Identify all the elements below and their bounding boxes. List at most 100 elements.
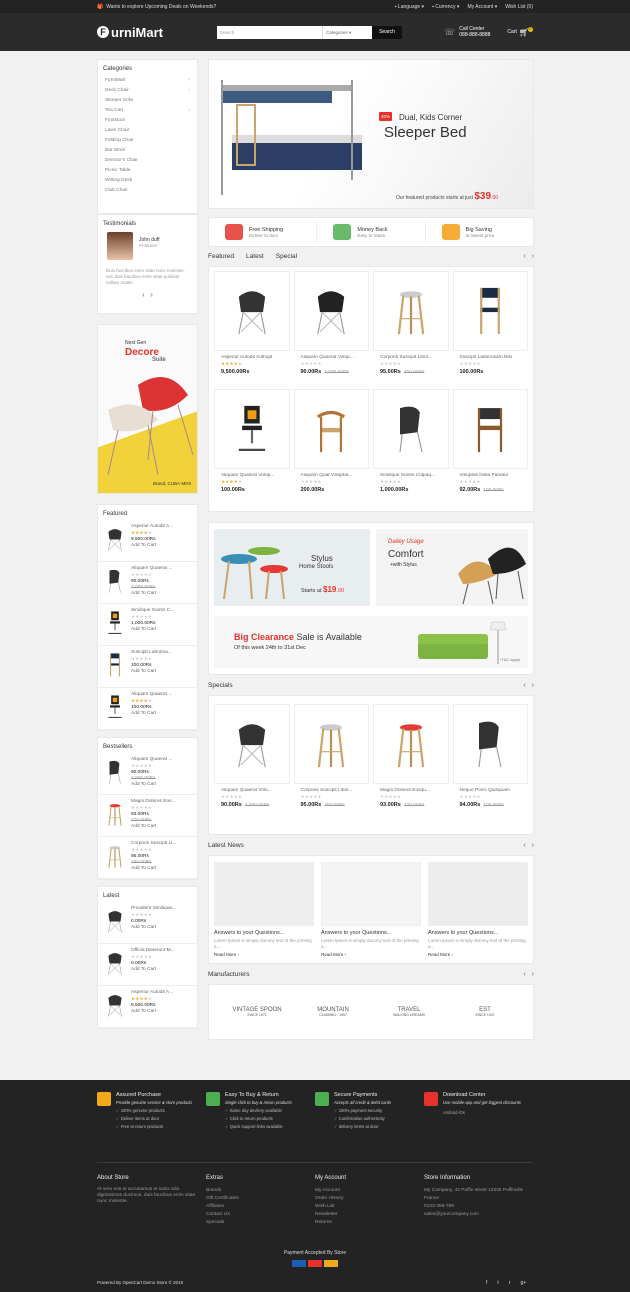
language-dropdown[interactable]: ▪ Language ▾ bbox=[395, 4, 424, 10]
product-name[interactable]: Aliquam Quat Voluptat... bbox=[294, 473, 370, 478]
footer-link[interactable]: My Company, 42 Puffin street 12345 Puffi… bbox=[424, 1187, 533, 1203]
my-account-link[interactable]: My Account ▾ bbox=[467, 4, 497, 10]
facebook-icon[interactable]: f bbox=[486, 1280, 487, 1286]
search-button[interactable]: Search bbox=[372, 25, 402, 39]
product-name[interactable]: Neque Porro Quisquam bbox=[453, 788, 529, 793]
category-select[interactable]: Categories ▾ bbox=[322, 25, 372, 39]
news-image[interactable] bbox=[321, 862, 421, 926]
currency-dropdown[interactable]: ▪ Currency ▾ bbox=[432, 4, 459, 10]
add-to-cart-link[interactable]: Add To Cart bbox=[131, 627, 174, 633]
sidebar-category-item[interactable]: Writing Desk bbox=[98, 175, 197, 185]
next-icon[interactable]: › bbox=[532, 842, 534, 849]
hero-banner[interactable]: 40% Dual, Kids Corner Sleeper Bed Our fe… bbox=[208, 59, 534, 209]
add-to-cart-link[interactable]: Add To Cart bbox=[131, 925, 176, 931]
manufacturer-logo[interactable]: TRAVEL WALKING DREAMS bbox=[384, 992, 434, 1032]
stools-banner[interactable]: Stylus Home Stools Starts at $19.00 bbox=[214, 529, 370, 606]
sidebar-category-item[interactable]: Lawn Chair bbox=[98, 125, 197, 135]
product-name[interactable]: Corporis Suscipit Libor... bbox=[294, 788, 370, 793]
product-name[interactable]: Aliquam Quaerat Volup... bbox=[214, 473, 290, 478]
read-more-link[interactable]: Read More › bbox=[321, 952, 421, 957]
sidebar-category-item[interactable]: Footstool bbox=[98, 115, 197, 125]
product-image[interactable] bbox=[373, 704, 449, 784]
product-name[interactable]: Asperiur Autodit Autfugit bbox=[214, 355, 290, 360]
comfort-banner[interactable]: Dailey Usage Comfort +with Stylus bbox=[375, 529, 528, 606]
add-to-cart-link[interactable]: Add To Cart bbox=[131, 782, 172, 788]
sidebar-category-item[interactable]: Club Chair bbox=[98, 185, 197, 195]
cart-button[interactable]: Cart 🛒︎ 0 bbox=[507, 26, 533, 37]
tab-featured[interactable]: Featured bbox=[208, 253, 234, 260]
product-name[interactable]: Suscipit Laboriosam Nisi bbox=[453, 355, 529, 360]
product-image[interactable] bbox=[293, 704, 369, 784]
footer-link[interactable]: Affiliates bbox=[206, 1203, 315, 1211]
product-card[interactable]: Corporis Suscipit Libor... ★★★★★ 95.00Rs 25… bbox=[373, 271, 449, 385]
footer-link[interactable]: Brands bbox=[206, 1187, 315, 1195]
next-icon[interactable]: › bbox=[532, 971, 534, 978]
side-product-item[interactable]: Similique Suntin C... ★★★★★ 1,000.00Rs Add … bbox=[98, 604, 197, 646]
google-plus-icon[interactable]: g+ bbox=[520, 1280, 526, 1286]
manufacturer-logo[interactable]: EST SINCE 1947 bbox=[460, 992, 510, 1032]
footer-link[interactable]: My Account bbox=[315, 1187, 424, 1195]
next-arrow-icon[interactable]: › bbox=[151, 292, 153, 299]
add-to-cart-link[interactable]: Add To Cart bbox=[131, 591, 172, 597]
product-image[interactable] bbox=[452, 389, 528, 469]
prev-arrow-icon[interactable]: ‹ bbox=[142, 292, 144, 299]
footer-link[interactable]: 0123-456-789 bbox=[424, 1203, 533, 1211]
side-product-item[interactable]: Provident Similique... ★★★★★ 0.00Rs Add To … bbox=[98, 902, 197, 944]
product-card[interactable]: Suscipit Laboriosam Nisi ★★★★★ 100.00Rs bbox=[452, 271, 529, 385]
prev-icon[interactable]: ‹ bbox=[523, 842, 525, 849]
add-to-cart-link[interactable]: Add To Cart bbox=[131, 711, 172, 717]
news-card[interactable]: Answers to your Questions... Lorem Ipsum … bbox=[321, 862, 421, 957]
product-image[interactable] bbox=[452, 271, 528, 351]
side-product-item[interactable]: Magni Dolores Eos... ★★★★★ 93.00Rs 270.00Rs… bbox=[98, 795, 197, 837]
side-product-item[interactable]: Asperiur Autodit A... ★★★★★ 9,500.00Rs Add … bbox=[98, 520, 197, 562]
product-card[interactable]: Aliquam Quaerat Volup... ★★★★★ 100.00Rs bbox=[214, 389, 290, 503]
product-image[interactable] bbox=[373, 271, 449, 351]
add-to-cart-link[interactable]: Add To Cart bbox=[131, 866, 176, 872]
product-card[interactable]: Similique Suntin Culpaq... ★★★★★ 1,000.00R… bbox=[373, 389, 449, 503]
side-product-item[interactable]: Suscipit Laborioa... ★★★★★ 100.00Rs Add To … bbox=[98, 646, 197, 688]
manufacturer-logo[interactable]: MOUNTAIN CLIMBING · 1957 bbox=[308, 992, 358, 1032]
sidebar-category-item[interactable]: Folding Chair bbox=[98, 135, 197, 145]
logo[interactable]: FurniMart bbox=[97, 25, 217, 40]
product-image[interactable] bbox=[293, 271, 369, 351]
product-name[interactable]: Similique Suntin Culpaq... bbox=[373, 473, 449, 478]
product-name[interactable]: Corporis Suscipit Libor... bbox=[373, 355, 449, 360]
side-product-item[interactable]: Aliquam Quaerat ... ★★★★★ 100.00Rs Add To C… bbox=[98, 688, 197, 730]
read-more-link[interactable]: Read More › bbox=[428, 952, 528, 957]
product-card[interactable]: Voluptas Nulla Pariatur ★★★★★ 92.00Rs 100.0… bbox=[452, 389, 528, 503]
product-image[interactable] bbox=[214, 389, 290, 469]
product-name[interactable]: Aliquam Quaerat Volup... bbox=[294, 355, 370, 360]
news-card[interactable]: Answers to your Questions... Lorem Ipsum … bbox=[428, 862, 528, 957]
sidebar-category-item[interactable]: Director's Chair bbox=[98, 155, 197, 165]
add-to-cart-link[interactable]: Add To Cart bbox=[131, 824, 176, 830]
read-more-link[interactable]: Read More › bbox=[214, 952, 314, 957]
sidebar-category-item[interactable]: Tea Cart › bbox=[98, 105, 197, 115]
footer-link[interactable]: Returns bbox=[315, 1219, 424, 1227]
sidebar-category-item[interactable]: Deck Chair › bbox=[98, 85, 197, 95]
product-name[interactable]: Aliquam Quaerat Volu... bbox=[214, 788, 290, 793]
product-name[interactable]: Magni Dolores Eosqu... bbox=[373, 788, 449, 793]
manufacturer-logo[interactable]: VINTAGE SPOON SINCE 1972 bbox=[232, 992, 282, 1032]
add-to-cart-link[interactable]: Add To Cart bbox=[131, 669, 172, 675]
next-icon[interactable]: › bbox=[532, 682, 534, 689]
product-card[interactable]: Neque Porro Quisquam ★★★★★ 94.00Rs 100.00Rs bbox=[452, 704, 529, 818]
product-image[interactable] bbox=[452, 704, 528, 784]
side-product-item[interactable]: Aliquam Quaerat ... ★★★★★ 90.00Rs 2,000.00R… bbox=[98, 562, 197, 604]
twitter-icon[interactable]: t bbox=[497, 1280, 498, 1286]
news-image[interactable] bbox=[428, 862, 528, 926]
add-to-cart-link[interactable]: Add To Cart bbox=[131, 967, 175, 973]
product-image[interactable] bbox=[373, 389, 449, 469]
sidebar-category-item[interactable]: Picnic Table bbox=[98, 165, 197, 175]
add-to-cart-link[interactable]: Add To Cart bbox=[131, 543, 173, 549]
product-card[interactable]: Corporis Suscipit Libor... ★★★★★ 95.00Rs 25… bbox=[293, 704, 370, 818]
footer-link[interactable]: Gift Certificates bbox=[206, 1195, 315, 1203]
product-card[interactable]: Aliquam Quat Voluptat... ★★★★★ 200.00Rs bbox=[293, 389, 370, 503]
side-promo-banner[interactable]: Next Gen Decore Suite Brand, CUBA-MINI bbox=[97, 324, 198, 494]
footer-link[interactable]: Wish List bbox=[315, 1203, 424, 1211]
tab-special[interactable]: Special bbox=[276, 253, 297, 260]
rss-icon[interactable]: r bbox=[509, 1280, 511, 1286]
footer-link[interactable]: Specials bbox=[206, 1219, 315, 1227]
add-to-cart-link[interactable]: Add To Cart bbox=[131, 1009, 173, 1015]
prev-icon[interactable]: ‹ bbox=[523, 682, 525, 689]
sidebar-category-item[interactable]: Sleeper Sofa bbox=[98, 95, 197, 105]
